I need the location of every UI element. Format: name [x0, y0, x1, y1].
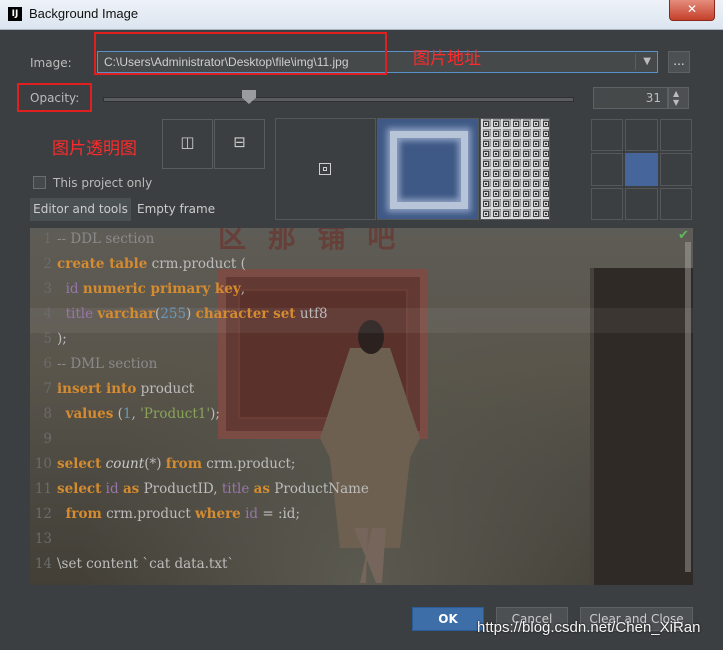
fill-mode-tile[interactable]	[480, 118, 550, 220]
line-number: 8	[43, 406, 52, 422]
flip-horizontal-icon: ◫	[180, 133, 195, 151]
line-number: 6	[43, 356, 52, 372]
code-text: insert into product	[57, 381, 195, 397]
flip-vertical-button[interactable]: ⊟	[214, 119, 265, 169]
preview-scrollbar[interactable]	[685, 242, 691, 572]
anchor-cell[interactable]	[625, 119, 658, 152]
code-line: 13	[30, 531, 57, 556]
anchor-cell[interactable]	[591, 187, 624, 220]
code-text: select count(*) from crm.product;	[57, 456, 296, 472]
code-line: 14 \set content `cat data.txt`	[30, 556, 234, 581]
flip-vertical-icon: ⊟	[233, 133, 246, 151]
checkmark-icon: ✔	[678, 228, 689, 243]
combo-separator	[635, 54, 636, 70]
code-text: -- DDL section	[57, 231, 155, 247]
line-number: 14	[34, 556, 52, 572]
code-text: -- DML section	[57, 356, 158, 372]
code-line: 2 create table crm.product (	[30, 256, 246, 281]
watermark-text: https://blog.csdn.net/Chen_XiRan	[477, 619, 701, 636]
line-number: 5	[43, 331, 52, 347]
title-bar: IJ Background Image ✕	[0, 0, 723, 30]
opacity-slider-track[interactable]	[103, 97, 574, 102]
anchor-cell[interactable]	[625, 153, 658, 186]
opacity-value: 31	[645, 91, 661, 105]
empty-frame-toggle[interactable]: Empty frame	[137, 198, 217, 221]
fill-mode-plain[interactable]	[275, 118, 376, 220]
this-project-only-checkbox[interactable]	[33, 176, 46, 189]
code-text: title varchar(255) character set utf8	[65, 306, 328, 322]
code-preview: 1 -- DDL section 2 create table crm.product…	[30, 228, 680, 585]
ok-button[interactable]: OK	[412, 607, 484, 631]
anchor-cell[interactable]	[659, 119, 692, 152]
line-number: 7	[43, 381, 52, 397]
spin-up-icon[interactable]: ▲	[673, 89, 679, 98]
line-number: 10	[34, 456, 52, 472]
code-text: from crm.product where id = :id;	[65, 506, 300, 522]
anchor-cell[interactable]	[659, 153, 692, 186]
code-line: 1 -- DDL section	[30, 231, 154, 256]
code-line: 8 values (1, 'Product1');	[30, 406, 220, 431]
code-text: values (1, 'Product1');	[65, 406, 220, 422]
code-line: 4 title varchar(255) character set utf8	[30, 306, 328, 331]
anchor-cell[interactable]	[659, 187, 692, 220]
tile-pattern-icon	[481, 119, 549, 219]
line-number: 12	[34, 506, 52, 522]
close-button[interactable]: ✕	[669, 0, 715, 21]
code-line: 9	[30, 431, 57, 456]
annotation-box-image	[94, 32, 387, 75]
code-line: 10 select count(*) from crm.product;	[30, 456, 296, 481]
flip-horizontal-button[interactable]: ◫	[162, 119, 213, 169]
line-number: 3	[43, 281, 52, 297]
spin-down-icon[interactable]: ▼	[673, 98, 679, 107]
code-text: id numeric primary key,	[65, 281, 245, 297]
annotation-image-opacity: 图片透明图	[52, 139, 137, 159]
browse-button[interactable]: ...	[668, 51, 690, 73]
anchor-cell[interactable]	[591, 153, 624, 186]
line-number: 2	[43, 256, 52, 272]
code-line: 5);	[30, 331, 67, 356]
line-number: 1	[43, 231, 52, 247]
code-line: 7 insert into product	[30, 381, 194, 406]
code-line: 12 from crm.product where id = :id;	[30, 506, 300, 531]
line-number: 11	[34, 481, 52, 497]
line-number: 13	[34, 531, 52, 547]
preview-pane: 区 那 铺 吧 1 -- DDL section 2 create table crm…	[30, 228, 693, 585]
opacity-number-field[interactable]: 31	[593, 87, 668, 109]
code-text: select id as ProductID, title as Product…	[57, 481, 369, 497]
anchor-position-grid	[591, 119, 692, 220]
code-text: );	[57, 331, 67, 347]
code-text: create table crm.product (	[57, 256, 246, 272]
chevron-down-icon[interactable]: ▼	[643, 56, 651, 67]
annotation-image-address: 图片地址	[413, 49, 481, 69]
line-number: 4	[43, 306, 52, 322]
code-line: 11 select id as ProductID, title as Produ…	[30, 481, 369, 506]
opacity-spinner[interactable]: ▲ ▼	[668, 87, 689, 109]
close-icon: ✕	[686, 2, 698, 16]
code-line: 3 id numeric primary key,	[30, 281, 245, 306]
window-title: Background Image	[29, 6, 139, 21]
scale-preview-icon	[390, 131, 468, 209]
line-number: 9	[43, 431, 52, 447]
editor-and-tools-toggle[interactable]: Editor and tools	[30, 198, 131, 221]
annotation-box-opacity	[17, 83, 92, 112]
background-image-dialog: IJ Background Image ✕ Image: C:\Users\Ad…	[0, 0, 723, 650]
this-project-only-label: This project only	[53, 176, 153, 190]
code-text: \set content `cat data.txt`	[57, 556, 235, 572]
anchor-cell[interactable]	[625, 187, 658, 220]
anchor-cell[interactable]	[591, 119, 624, 152]
center-icon	[319, 163, 331, 175]
code-line: 6 -- DML section	[30, 356, 157, 381]
fill-mode-scale[interactable]	[377, 118, 479, 220]
image-label: Image:	[30, 56, 72, 70]
intellij-app-icon: IJ	[8, 7, 22, 21]
